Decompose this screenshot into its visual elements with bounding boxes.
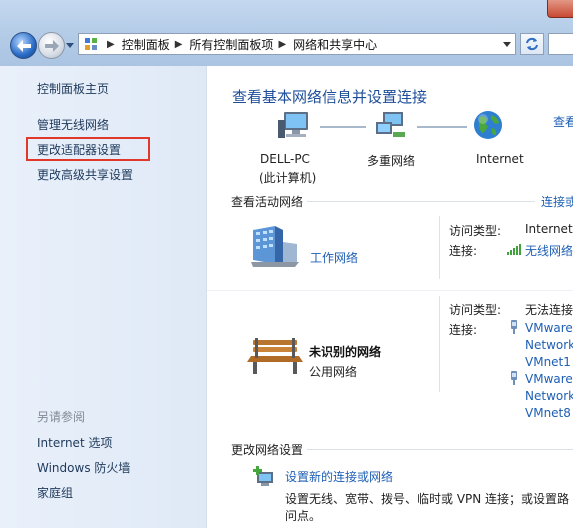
page-title: 查看基本网络信息并设置连接 (232, 88, 428, 106)
breadcrumb-control-panel[interactable]: 控制面板 (122, 36, 170, 53)
sidebar-item-homegroup[interactable]: 家庭组 (37, 484, 73, 501)
back-button[interactable] (10, 32, 37, 59)
access-type-value: 无法连接 (525, 303, 573, 317)
arrow-right-icon (44, 39, 59, 52)
breadcrumb-network-center[interactable]: 网络和共享中心 (293, 36, 377, 53)
access-type-value: Internet (525, 222, 573, 236)
breadcrumb-all-items[interactable]: 所有控制面板项 (189, 36, 273, 53)
address-bar[interactable]: ▶ 控制面板 ▶ 所有控制面板项 ▶ 网络和共享中心 (78, 33, 516, 55)
sidebar-item-control-panel-home[interactable]: 控制面板主页 (37, 80, 109, 97)
map-link-line (320, 126, 366, 128)
sidebar: 控制面板主页 管理无线网络 更改适配器设置 更改高级共享设置 另请参阅 Inte… (0, 66, 207, 528)
sidebar-item-firewall[interactable]: Windows 防火墙 (37, 459, 130, 476)
computer-icon (278, 112, 308, 138)
recent-pages-dropdown-icon[interactable] (66, 41, 74, 49)
new-connection-icon (253, 466, 273, 486)
window-titlebar: ▶ 控制面板 ▶ 所有控制面板项 ▶ 网络和共享中心 (0, 0, 573, 67)
active-networks-header: 查看活动网络 (231, 195, 304, 209)
map-link-line (417, 126, 467, 128)
column-divider (439, 296, 440, 392)
section-divider (307, 449, 573, 450)
setup-description: 设置无线、宽带、拨号、临时或 VPN 连接；或设置路 (285, 492, 570, 506)
forward-button[interactable] (38, 32, 65, 59)
unidentified-network-name: 未识别的网络 (309, 345, 382, 359)
connection-vmnet1-link[interactable]: Network (525, 338, 573, 352)
map-network-label: 多重网络 (367, 154, 416, 168)
access-type-label: 访问类型: (449, 224, 502, 238)
arrow-left-icon (16, 39, 31, 52)
connection-label: 连接: (449, 323, 478, 337)
see-also-heading: 另请参阅 (37, 410, 86, 424)
wifi-signal-icon (507, 244, 521, 255)
public-network-type[interactable]: 公用网络 (309, 363, 357, 380)
sidebar-item-internet-options[interactable]: Internet 选项 (37, 434, 112, 451)
breadcrumb-separator-icon[interactable]: ▶ (175, 39, 183, 50)
change-settings-header: 更改网络设置 (231, 443, 304, 457)
refresh-button[interactable] (520, 33, 544, 55)
map-computer-sub: (此计算机) (259, 171, 317, 185)
sidebar-item-manage-wireless[interactable]: 管理无线网络 (37, 116, 109, 133)
connection-vmnet1-link[interactable]: VMnet1 (525, 355, 571, 369)
ethernet-adapter-icon (511, 371, 517, 385)
setup-description-cont: 问点。 (285, 509, 322, 523)
sidebar-item-advanced-sharing[interactable]: 更改高级共享设置 (37, 166, 133, 183)
globe-icon (474, 111, 502, 139)
connection-vmnet8-link[interactable]: Network (525, 389, 573, 403)
refresh-icon (526, 37, 538, 51)
highlight-annotation (26, 137, 150, 161)
column-divider (439, 216, 440, 279)
map-internet-label: Internet (476, 152, 524, 166)
connect-disconnect-link[interactable]: 连接或 (541, 193, 573, 210)
connection-vmnet1-link[interactable]: VMware (525, 321, 573, 335)
chevron-down-icon[interactable] (503, 40, 511, 48)
connection-vmnet8-link[interactable]: VMware (525, 372, 573, 386)
setup-new-connection-link[interactable]: 设置新的连接或网络 (285, 468, 393, 485)
map-computer-name: DELL-PC (260, 152, 310, 166)
ethernet-adapter-icon (511, 320, 517, 334)
work-network-icon (251, 226, 299, 267)
access-type-label: 访问类型: (449, 303, 502, 317)
main-content: 查看基本网络信息并设置连接 查看 DELL-PC (此计算机) 多重网络 Int… (207, 66, 573, 528)
connection-wireless-link[interactable]: 无线网络 (525, 242, 573, 259)
breadcrumb-separator-icon[interactable]: ▶ (107, 39, 115, 50)
row-divider (207, 290, 573, 291)
network-name-link[interactable]: 工作网络 (310, 249, 358, 266)
connection-label: 连接: (449, 244, 478, 258)
section-divider (307, 201, 535, 202)
breadcrumb-separator-icon[interactable]: ▶ (278, 39, 286, 50)
close-window-button[interactable] (547, 0, 573, 18)
network-icon (376, 112, 405, 137)
search-input[interactable] (548, 33, 573, 55)
connection-vmnet8-link[interactable]: VMnet8 (525, 406, 571, 420)
control-panel-icon (85, 38, 97, 50)
bench-icon (247, 338, 303, 374)
see-full-map-link[interactable]: 查看 (553, 113, 573, 130)
